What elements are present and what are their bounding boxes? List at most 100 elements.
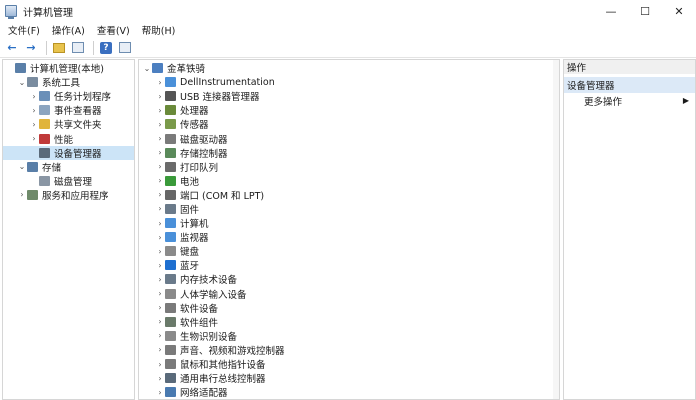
device-category[interactable]: › 鼠标和其他指针设备 bbox=[139, 357, 559, 371]
tree-item[interactable]: › 事件查看器 bbox=[3, 103, 134, 117]
tree-item-label: 事件查看器 bbox=[54, 106, 102, 118]
chevron-right-icon[interactable]: › bbox=[155, 190, 165, 199]
menu-help[interactable]: 帮助(H) bbox=[138, 23, 180, 37]
device-category[interactable]: › 人体学输入设备 bbox=[139, 287, 559, 301]
chevron-right-icon[interactable]: › bbox=[29, 120, 39, 129]
navigation-tree: 计算机管理(本地) ⌄ 系统工具 › 任务计划程序 › 事件查看器 › 共享文件夹 › 性能 设备管理… bbox=[2, 59, 135, 400]
chevron-down-icon[interactable]: ⌄ bbox=[142, 64, 152, 73]
minimize-button[interactable]: — bbox=[594, 0, 628, 22]
more-actions[interactable]: 更多操作 ▶ bbox=[564, 93, 695, 109]
chevron-right-icon[interactable]: › bbox=[155, 106, 165, 115]
chevron-right-icon[interactable]: › bbox=[29, 134, 39, 143]
chevron-right-icon[interactable]: › bbox=[155, 261, 165, 270]
close-button[interactable]: ✕ bbox=[662, 0, 696, 22]
device-category[interactable]: › 网络适配器 bbox=[139, 385, 559, 399]
device-category[interactable]: › 传感器 bbox=[139, 117, 559, 131]
chevron-right-icon[interactable]: › bbox=[155, 162, 165, 171]
menu-file[interactable]: 文件(F) bbox=[4, 23, 44, 37]
computer-icon bbox=[15, 63, 26, 74]
back-arrow-icon[interactable]: ← bbox=[4, 40, 20, 56]
chevron-right-icon[interactable]: › bbox=[29, 106, 39, 115]
event-viewer-icon bbox=[39, 105, 50, 116]
device-category[interactable]: › 软件组件 bbox=[139, 315, 559, 329]
chevron-right-icon[interactable]: › bbox=[155, 92, 165, 101]
tree-item[interactable]: › 共享文件夹 bbox=[3, 117, 134, 131]
device-category[interactable]: › 端口 (COM 和 LPT) bbox=[139, 188, 559, 202]
device-category[interactable]: › 电池 bbox=[139, 174, 559, 188]
actions-title[interactable]: 设备管理器 bbox=[564, 77, 695, 93]
device-category[interactable]: › 软件设备 bbox=[139, 301, 559, 315]
tree-item-label: 系统工具 bbox=[42, 78, 81, 90]
chevron-right-icon[interactable]: › bbox=[29, 92, 39, 101]
device-category-label: 固件 bbox=[180, 204, 200, 216]
device-category[interactable]: › 处理器 bbox=[139, 103, 559, 117]
actions-header: 操作 bbox=[564, 60, 695, 74]
chevron-right-icon[interactable]: › bbox=[155, 345, 165, 354]
chevron-right-icon[interactable]: › bbox=[155, 289, 165, 298]
chevron-right-icon[interactable]: › bbox=[155, 360, 165, 369]
chevron-right-icon[interactable]: › bbox=[155, 148, 165, 157]
device-category[interactable]: › 磁盘驱动器 bbox=[139, 131, 559, 146]
tree-item[interactable]: ⌄ 存储 bbox=[3, 160, 134, 174]
maximize-button[interactable]: ☐ bbox=[628, 0, 662, 22]
chevron-right-icon[interactable]: › bbox=[155, 374, 165, 383]
up-folder-icon[interactable] bbox=[51, 40, 67, 56]
device-root[interactable]: ⌄ 金革铁骑 bbox=[139, 61, 559, 75]
device-category[interactable]: › USB 连接器管理器 bbox=[139, 89, 559, 103]
device-category-label: 处理器 bbox=[180, 106, 209, 118]
tree-item[interactable]: › 服务和应用程序 bbox=[3, 188, 134, 202]
sensor-icon bbox=[165, 119, 176, 130]
chevron-right-icon[interactable]: › bbox=[155, 317, 165, 326]
chevron-right-icon[interactable]: › bbox=[155, 176, 165, 185]
chevron-right-icon[interactable]: › bbox=[155, 303, 165, 312]
tree-item-label: 服务和应用程序 bbox=[42, 190, 109, 202]
device-category[interactable]: › DellInstrumentation bbox=[139, 75, 559, 89]
device-category[interactable]: › 监视器 bbox=[139, 230, 559, 244]
chevron-right-icon[interactable]: › bbox=[17, 190, 27, 199]
device-category[interactable]: › 固件 bbox=[139, 202, 559, 216]
chevron-right-icon[interactable]: › bbox=[155, 331, 165, 340]
device-category[interactable]: › 键盘 bbox=[139, 244, 559, 258]
tree-item-label: 存储 bbox=[42, 162, 62, 174]
chevron-right-icon[interactable]: › bbox=[155, 134, 165, 143]
properties-icon[interactable] bbox=[117, 40, 133, 56]
tree-item-label: 任务计划程序 bbox=[54, 92, 112, 104]
device-category[interactable]: › 存储控制器 bbox=[139, 146, 559, 160]
chevron-right-icon[interactable]: › bbox=[155, 275, 165, 284]
chevron-right-icon[interactable]: › bbox=[155, 388, 165, 397]
tree-item[interactable]: › 任务计划程序 bbox=[3, 89, 134, 103]
usb-controller-icon bbox=[165, 373, 176, 384]
device-category-label: 打印队列 bbox=[180, 162, 219, 174]
help-icon[interactable]: ? bbox=[98, 40, 114, 56]
device-category[interactable]: › 通用串行总线控制器 bbox=[139, 371, 559, 385]
chevron-right-icon[interactable]: › bbox=[155, 78, 165, 87]
tree-item[interactable]: ⌄ 系统工具 bbox=[3, 75, 134, 89]
device-category[interactable]: › 蓝牙 bbox=[139, 258, 559, 272]
chevron-down-icon[interactable]: ⌄ bbox=[17, 162, 27, 171]
device-category[interactable]: › 打印队列 bbox=[139, 160, 559, 174]
device-category[interactable]: › 计算机 bbox=[139, 216, 559, 230]
device-category-label: 电池 bbox=[180, 176, 200, 188]
tree-item[interactable]: 磁盘管理 bbox=[3, 174, 134, 188]
mouse-icon bbox=[165, 359, 176, 370]
menu-view[interactable]: 查看(V) bbox=[93, 23, 134, 37]
show-hide-tree-icon[interactable] bbox=[70, 40, 86, 56]
chevron-right-icon[interactable]: › bbox=[155, 233, 165, 242]
chevron-down-icon[interactable]: ⌄ bbox=[17, 78, 27, 87]
chevron-right-icon[interactable]: › bbox=[155, 247, 165, 256]
device-category[interactable]: › 生物识别设备 bbox=[139, 329, 559, 343]
computer-icon bbox=[165, 218, 176, 229]
software-device-icon bbox=[165, 302, 176, 313]
scrollbar[interactable] bbox=[553, 60, 559, 399]
printer-icon bbox=[165, 161, 176, 172]
tree-item[interactable]: 设备管理器 bbox=[3, 145, 134, 160]
device-category[interactable]: › 声音、视频和游戏控制器 bbox=[139, 343, 559, 357]
device-category[interactable]: › 内存技术设备 bbox=[139, 272, 559, 286]
menu-action[interactable]: 操作(A) bbox=[48, 23, 89, 37]
tree-item[interactable]: 计算机管理(本地) bbox=[3, 61, 134, 75]
forward-arrow-icon[interactable]: → bbox=[23, 40, 39, 56]
chevron-right-icon[interactable]: › bbox=[155, 120, 165, 129]
tree-item[interactable]: › 性能 bbox=[3, 131, 134, 146]
chevron-right-icon[interactable]: › bbox=[155, 204, 165, 213]
chevron-right-icon[interactable]: › bbox=[155, 219, 165, 228]
